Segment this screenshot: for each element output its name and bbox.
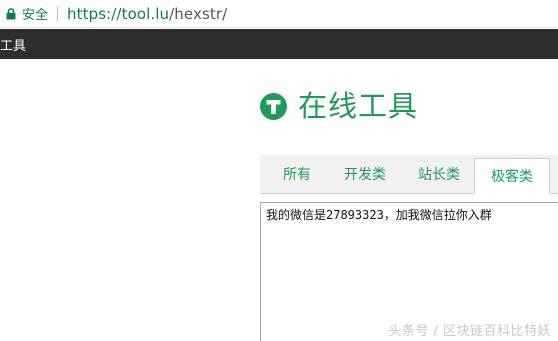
top-nav: 工具	[0, 29, 558, 59]
lock-icon	[4, 7, 18, 21]
watermark-text: 头条号 / 区块链百科比特妖	[388, 324, 551, 339]
page: 安全 https://tool.lu/hexstr/ 工具 在线工具 所有 开发…	[0, 0, 558, 341]
url-text[interactable]: https://tool.lu/hexstr/	[67, 5, 227, 23]
secure-label: 安全	[22, 8, 49, 23]
nav-title[interactable]: 工具	[0, 35, 26, 54]
address-separator	[57, 6, 59, 21]
address-bar[interactable]: 安全 https://tool.lu/hexstr/	[0, 0, 558, 28]
site-logo[interactable]: 在线工具	[260, 89, 418, 123]
tab-all[interactable]: 所有	[272, 157, 322, 193]
logo-text: 在线工具	[298, 89, 419, 123]
tab-webmaster[interactable]: 站长类	[408, 157, 470, 193]
url-host: https://tool.lu	[67, 4, 170, 23]
category-tabs: 所有 开发类 站长类 极客类	[260, 155, 558, 195]
tab-geek[interactable]: 极客类	[474, 158, 550, 195]
logo-t-icon	[260, 92, 287, 120]
tab-dev[interactable]: 开发类	[334, 157, 396, 193]
url-path: /hexstr/	[169, 4, 228, 23]
